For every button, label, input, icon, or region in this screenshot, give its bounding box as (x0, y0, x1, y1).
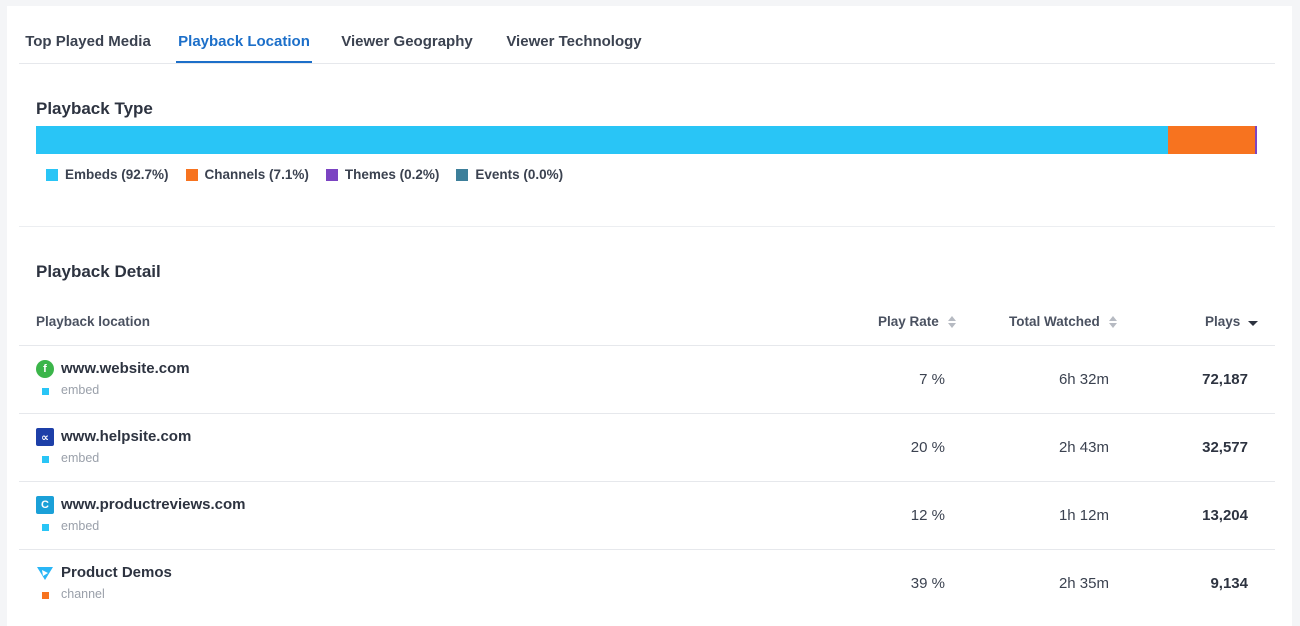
playback-location-name[interactable]: Product Demos (61, 564, 172, 581)
playback-type-title: Playback Type (36, 99, 153, 118)
column-header-playback-location: Playback location (36, 314, 150, 329)
column-header-total-watched[interactable]: Total Watched (1009, 314, 1118, 329)
play-rate-cell: 20 % (910, 439, 945, 456)
legend-label: Themes (0.2%) (344, 167, 440, 182)
playback-location-name[interactable]: www.helpsite.com (61, 428, 191, 445)
total-watched-cell: 2h 43m (1058, 439, 1109, 456)
icon-glyph: f (43, 363, 47, 375)
sort-descending-icon[interactable] (1248, 321, 1259, 326)
legend-item[interactable]: Embeds (92.7%) (46, 167, 169, 182)
column-header-label: Play Rate (878, 314, 939, 329)
plays-cell: 13,204 (1202, 507, 1248, 524)
tab-top-played-media[interactable]: Top Played Media (23, 6, 153, 63)
bar-segment[interactable] (1254, 126, 1257, 154)
channel-play-icon (36, 564, 54, 582)
tab-viewer-geography[interactable]: Viewer Geography (339, 6, 475, 63)
icon-glyph: C (41, 499, 49, 511)
playback-type-label: embed (61, 519, 100, 533)
playback-type-label: embed (61, 451, 100, 465)
type-swatch (42, 592, 49, 599)
icon-glyph: ∝ (41, 431, 49, 444)
column-header-plays[interactable]: Plays (1205, 314, 1259, 329)
playback-type-bar (36, 126, 1257, 154)
legend-item[interactable]: Events (0.0%) (456, 167, 563, 182)
analytics-panel: Top Played Media Playback Location Viewe… (7, 6, 1292, 626)
bar-segment[interactable] (1167, 126, 1255, 154)
legend-item[interactable]: Channels (7.1%) (185, 167, 309, 182)
plays-cell: 9,134 (1210, 575, 1248, 592)
column-header-play-rate[interactable]: Play Rate (878, 314, 957, 329)
productreviews-favicon-icon: C (36, 496, 54, 514)
legend-label: Channels (7.1%) (204, 167, 309, 182)
legend-swatch (46, 168, 58, 181)
helpsite-favicon-icon: ∝ (36, 428, 54, 446)
playback-type-label: embed (61, 383, 100, 397)
playback-detail-title: Playback Detail (36, 262, 161, 281)
table-row[interactable]: Cwww.productreviews.com embed 12 % 1h 12m 13… (19, 481, 1275, 550)
legend-swatch (456, 168, 469, 181)
total-watched-cell: 2h 35m (1058, 575, 1109, 592)
play-rate-cell: 7 % (919, 371, 945, 388)
column-header-label: Playback location (36, 314, 151, 329)
tab-bar: Top Played Media Playback Location Viewe… (19, 6, 1275, 64)
column-header-label: Plays (1205, 314, 1241, 329)
section-divider (19, 226, 1275, 227)
playback-location-name[interactable]: www.website.com (61, 360, 190, 377)
play-rate-cell: 12 % (910, 507, 945, 524)
playback-type-label: channel (61, 587, 105, 601)
sort-icon[interactable] (1108, 315, 1118, 329)
website-favicon-icon: f (36, 360, 54, 378)
legend-label: Embeds (92.7%) (65, 167, 169, 182)
sort-icon[interactable] (947, 315, 957, 329)
legend-item[interactable]: Themes (0.2%) (325, 167, 440, 182)
type-swatch (42, 524, 49, 531)
tab-viewer-technology[interactable]: Viewer Technology (503, 6, 645, 63)
total-watched-cell: 6h 32m (1058, 371, 1109, 388)
play-rate-cell: 39 % (910, 575, 945, 592)
bar-segment[interactable] (36, 126, 1168, 154)
table-row[interactable]: f www.website.com embed 7 % 6h 32m 72,187 (19, 345, 1275, 414)
playback-type-legend: Embeds (92.7%) Channels (7.1%) Themes (0.2… (46, 167, 580, 182)
plays-cell: 72,187 (1202, 371, 1248, 388)
total-watched-cell: 1h 12m (1058, 507, 1109, 524)
plays-cell: 32,577 (1202, 439, 1248, 456)
type-swatch (42, 388, 49, 395)
type-swatch (42, 456, 49, 463)
column-header-label: Total Watched (1009, 314, 1100, 329)
legend-swatch (325, 168, 338, 181)
playback-location-name[interactable]: www.productreviews.com (61, 496, 246, 513)
tab-playback-location[interactable]: Playback Location (176, 6, 312, 63)
legend-label: Events (0.0%) (475, 167, 564, 182)
legend-swatch (185, 168, 198, 181)
table-row[interactable]: Product Demos channel 39 % 2h 35m 9,134 (19, 549, 1275, 618)
table-row[interactable]: ∝ www.helpsite.com embed 20 % 2h 43m 32,577 (19, 413, 1275, 482)
